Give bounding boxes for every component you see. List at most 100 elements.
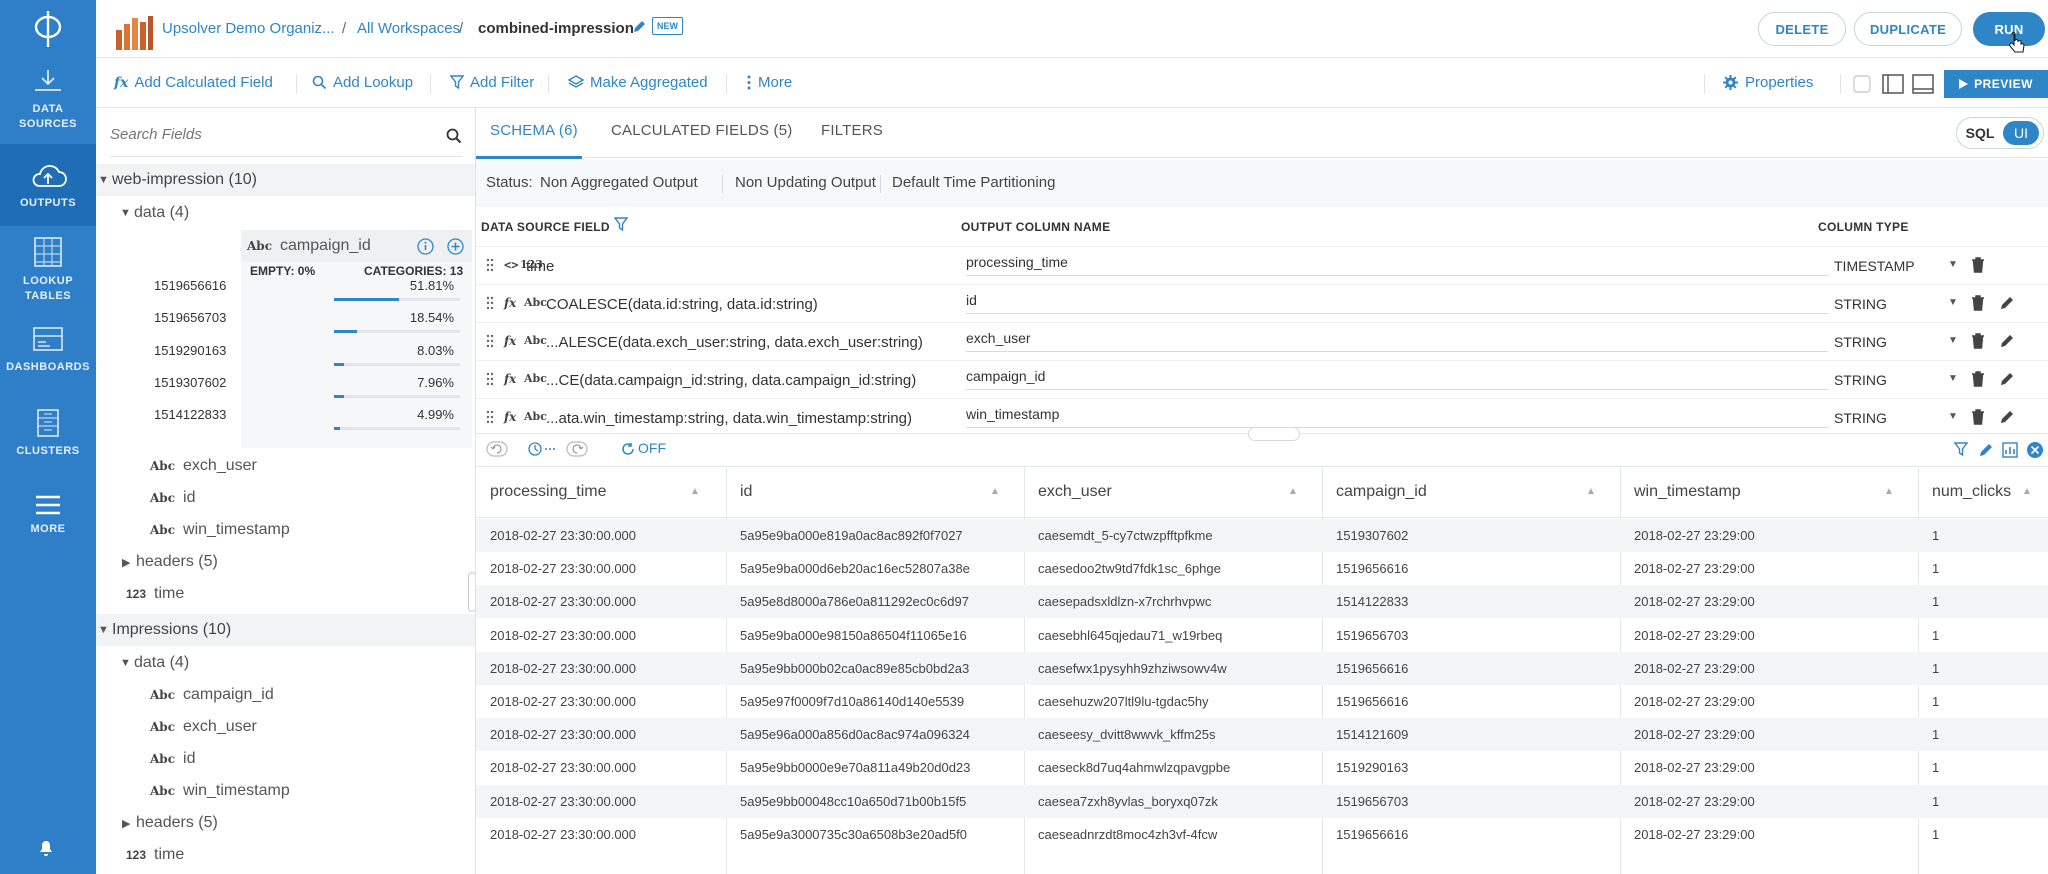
info-icon[interactable]	[417, 238, 434, 255]
field-exch-user[interactable]: Abc exch_user	[96, 451, 475, 481]
fullscreen-icon[interactable]	[1852, 74, 1872, 94]
tree-node-data[interactable]: ▼ data (4)	[96, 648, 475, 678]
search-icon[interactable]	[446, 128, 462, 144]
duplicate-button[interactable]: DUPLICATE	[1854, 12, 1962, 46]
column-type-select[interactable]: STRING	[1834, 410, 1887, 426]
undo-icon[interactable]	[486, 441, 508, 457]
column-header-id[interactable]: id	[740, 483, 752, 501]
nav-lookup-tables[interactable]: LOOKUP TABLES	[0, 236, 96, 308]
output-column-name-input[interactable]: win_timestamp	[966, 406, 1828, 428]
redo-icon[interactable]	[566, 441, 588, 457]
nav-data-sources[interactable]: DATA SOURCES	[0, 66, 96, 138]
sql-option[interactable]: SQL	[1957, 125, 2003, 141]
auto-refresh-status[interactable]: OFF	[638, 440, 666, 456]
column-header-processing-time[interactable]: processing_time	[490, 483, 607, 501]
table-row[interactable]: 2018-02-27 23:30:00.000 5a95e96a000a856d0…	[476, 718, 2048, 752]
chevron-down-icon[interactable]: ▼	[1948, 259, 1958, 270]
table-row[interactable]: 2018-02-27 23:30:00.000 5a95e9a3000735c30…	[476, 818, 2048, 851]
sort-arrow-icon[interactable]: ▲	[1884, 486, 1894, 497]
column-header-win-timestamp[interactable]: win_timestamp	[1634, 483, 1741, 501]
sort-arrow-icon[interactable]: ▲	[1288, 486, 1298, 497]
more-menu-button[interactable]: More	[746, 74, 792, 91]
side-panel-layout-icon[interactable]	[1882, 74, 1904, 94]
table-row[interactable]: 2018-02-27 23:30:00.000 5a95e9ba000e819a0…	[476, 519, 2048, 552]
field-win-timestamp[interactable]: Abc win_timestamp	[96, 776, 475, 806]
field-campaign-id-selected[interactable]: Abc campaign_id	[241, 230, 472, 262]
refresh-icon[interactable]	[621, 442, 635, 456]
output-column-name-input[interactable]: campaign_id	[966, 368, 1828, 390]
add-filter-button[interactable]: Add Filter	[450, 74, 534, 91]
column-type-select[interactable]: STRING	[1834, 334, 1887, 350]
upsolver-logo[interactable]	[0, 0, 96, 58]
filter-icon[interactable]	[614, 217, 628, 233]
delete-button[interactable]: DELETE	[1758, 12, 1846, 46]
search-fields-input[interactable]	[110, 126, 440, 143]
table-row[interactable]: 2018-02-27 23:30:00.000 5a95e9bb000b02ca0…	[476, 651, 2048, 685]
pencil-edit-icon[interactable]	[1999, 333, 2015, 349]
bottom-panel-layout-icon[interactable]	[1912, 74, 1934, 94]
table-row[interactable]: 2018-02-27 23:30:00.000 5a95e8d8000a786e0…	[476, 585, 2048, 619]
column-header-num-clicks[interactable]: num_clicks	[1932, 483, 2011, 501]
tree-group-web-impression[interactable]: ▼ web-impression (10)	[96, 164, 475, 196]
tab-filters[interactable]: FILTERS	[821, 122, 883, 139]
chevron-down-icon[interactable]: ▼	[1948, 297, 1958, 308]
drag-handle-icon[interactable]	[486, 372, 494, 386]
drag-handle-icon[interactable]	[486, 410, 494, 424]
history-icon[interactable]	[528, 441, 558, 457]
table-row[interactable]: 2018-02-27 23:30:00.000 5a95e97f0009f7d10…	[476, 685, 2048, 718]
column-header-exch-user[interactable]: exch_user	[1038, 483, 1112, 501]
notifications-bell-icon[interactable]	[36, 838, 56, 858]
nav-dashboards[interactable]: DASHBOARDS	[0, 326, 96, 386]
trash-icon[interactable]	[1971, 409, 1985, 425]
column-header-campaign-id[interactable]: campaign_id	[1336, 483, 1427, 501]
nav-outputs[interactable]: OUTPUTS	[0, 144, 96, 226]
sql-ui-toggle[interactable]: SQL UI	[1956, 117, 2044, 149]
table-row[interactable]: 2018-02-27 23:30:00.000 5a95e9ba000d6eb20…	[476, 552, 2048, 585]
chart-view-icon[interactable]	[2002, 442, 2018, 458]
tree-node-data[interactable]: ▼ data (4)	[96, 198, 475, 228]
tree-node-headers[interactable]: ▶ headers (5)	[96, 547, 475, 577]
table-row[interactable]: 2018-02-27 23:30:00.000 5a95e9bb0000e9e70…	[476, 751, 2048, 784]
output-column-name-input[interactable]: id	[966, 292, 1828, 314]
sort-arrow-icon[interactable]: ▲	[1586, 486, 1596, 497]
breadcrumb-organization[interactable]: Upsolver Demo Organiz...	[162, 20, 335, 37]
tab-schema[interactable]: SCHEMA (6)	[490, 122, 578, 139]
chevron-down-icon[interactable]: ▼	[1948, 335, 1958, 346]
pencil-edit-icon[interactable]	[1999, 295, 2015, 311]
pencil-edit-icon[interactable]	[1978, 442, 1994, 458]
sort-arrow-icon[interactable]: ▲	[2022, 486, 2032, 497]
tab-calculated-fields[interactable]: CALCULATED FIELDS (5)	[611, 122, 792, 139]
pencil-edit-icon[interactable]	[1999, 409, 2015, 425]
table-row[interactable]: 2018-02-27 23:30:00.000 5a95e9ba000e98150…	[476, 619, 2048, 652]
ui-option[interactable]: UI	[2003, 121, 2039, 145]
field-id[interactable]: Abc id	[96, 744, 475, 774]
pencil-edit-icon[interactable]	[1999, 371, 2015, 387]
trash-icon[interactable]	[1971, 257, 1985, 273]
nav-more[interactable]: MORE	[0, 494, 96, 544]
panel-resize-handle[interactable]	[468, 572, 475, 612]
tree-node-headers[interactable]: ▶ headers (5)	[96, 808, 475, 838]
output-column-name-input[interactable]: processing_time	[966, 254, 1828, 276]
drag-handle-icon[interactable]	[486, 258, 494, 272]
filter-icon[interactable]	[1954, 442, 1968, 458]
sort-arrow-icon[interactable]: ▲	[990, 486, 1000, 497]
add-circle-icon[interactable]	[447, 238, 464, 255]
trash-icon[interactable]	[1971, 295, 1985, 311]
field-campaign-id[interactable]: Abc campaign_id	[96, 680, 475, 710]
drag-handle-icon[interactable]	[486, 334, 494, 348]
column-type-select[interactable]: TIMESTAMP	[1834, 258, 1915, 274]
field-exch-user[interactable]: Abc exch_user	[96, 712, 475, 742]
field-time[interactable]: 123 time	[96, 579, 475, 609]
add-lookup-button[interactable]: Add Lookup	[312, 74, 413, 91]
trash-icon[interactable]	[1971, 371, 1985, 387]
chevron-down-icon[interactable]: ▼	[1948, 373, 1958, 384]
close-circle-icon[interactable]	[2026, 441, 2044, 459]
make-aggregated-button[interactable]: Make Aggregated	[568, 74, 708, 91]
drag-handle-icon[interactable]	[486, 296, 494, 310]
preview-button[interactable]: PREVIEW	[1944, 70, 2048, 98]
field-win-timestamp[interactable]: Abc win_timestamp	[96, 515, 475, 545]
field-time[interactable]: 123 time	[96, 840, 475, 870]
trash-icon[interactable]	[1971, 333, 1985, 349]
add-calculated-field-button[interactable]: fx Add Calculated Field	[114, 74, 273, 91]
sort-arrow-icon[interactable]: ▲	[690, 486, 700, 497]
